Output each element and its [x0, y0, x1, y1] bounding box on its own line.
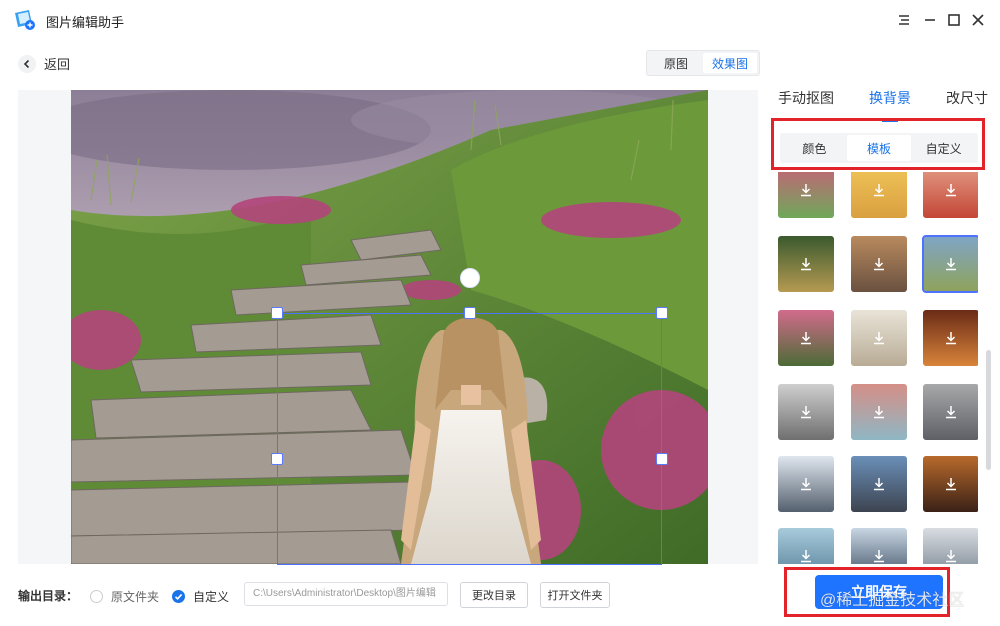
download-icon — [801, 184, 811, 197]
view-toggle: 原图 效果图 — [646, 50, 760, 76]
radio-source-folder[interactable]: 原文件夹 — [90, 588, 159, 605]
template-thumb-corridor[interactable] — [778, 384, 834, 440]
download-icon — [946, 550, 956, 563]
template-thumb-misty-mountain[interactable] — [778, 528, 834, 564]
output-path-field[interactable]: C:\Users\Administrator\Desktop\图片编辑 — [244, 582, 448, 606]
resize-handle-right[interactable] — [656, 453, 668, 465]
resize-handle-left[interactable] — [271, 453, 283, 465]
app-logo-icon — [15, 10, 35, 30]
watermark-text: @稀土掘金技术社区 — [820, 592, 965, 609]
download-icon — [874, 478, 884, 491]
tab-resize[interactable]: 改尺寸 — [946, 86, 988, 116]
download-icon — [801, 258, 811, 271]
original-view-button[interactable]: 原图 — [649, 53, 703, 73]
radio-custom-label: 自定义 — [193, 590, 230, 604]
title-bar: 图片编辑助手 — [0, 0, 1000, 40]
template-thumb-autumn-path[interactable] — [851, 236, 907, 292]
selection-box[interactable] — [277, 313, 662, 565]
template-thumb-white-arch[interactable] — [851, 310, 907, 366]
subtab-color[interactable]: 颜色 — [782, 135, 847, 161]
radio-source-label: 原文件夹 — [111, 590, 160, 604]
template-thumb-palace-roof[interactable] — [778, 456, 834, 512]
tab-change-background[interactable]: 换背景 — [869, 86, 911, 116]
radio-unchecked-icon — [90, 590, 103, 603]
template-thumb-flower-field[interactable] — [778, 172, 834, 218]
template-thumb-pink-room[interactable] — [851, 384, 907, 440]
subtab-template[interactable]: 模板 — [846, 135, 912, 161]
template-thumb-forest-path[interactable] — [778, 236, 834, 292]
minimize-button[interactable] — [920, 10, 940, 30]
subtab-custom[interactable]: 自定义 — [911, 135, 976, 161]
template-grid — [778, 172, 978, 564]
maximize-button[interactable] — [944, 10, 964, 30]
minimize-icon — [925, 19, 935, 21]
effect-view-button[interactable]: 效果图 — [703, 53, 757, 73]
menu-button[interactable] — [894, 10, 914, 30]
open-folder-button[interactable]: 打开文件夹 — [540, 582, 610, 608]
template-thumb-city-street[interactable] — [851, 456, 907, 512]
template-thumb-stone-stairs[interactable] — [922, 235, 978, 293]
template-scrollbar[interactable] — [986, 350, 991, 470]
chevron-left-icon — [18, 54, 36, 73]
download-icon — [874, 550, 884, 563]
template-thumb-flower-pot[interactable] — [778, 310, 834, 366]
download-icon — [946, 332, 956, 345]
resize-handle-top-left[interactable] — [271, 307, 283, 319]
template-thumb-museum-hall[interactable] — [923, 384, 978, 440]
maximize-icon — [948, 14, 960, 26]
download-icon — [874, 406, 884, 419]
template-thumb-cloud-peak[interactable] — [851, 528, 907, 564]
download-icon — [946, 478, 956, 491]
rotate-handle[interactable] — [460, 268, 480, 288]
close-icon — [972, 14, 984, 26]
back-label: 返回 — [44, 57, 71, 72]
background-type-tabs: 颜色 模板 自定义 — [780, 133, 978, 163]
resize-handle-top[interactable] — [464, 307, 476, 319]
close-button[interactable] — [968, 10, 988, 30]
download-icon — [801, 406, 811, 419]
tab-manual-cutout[interactable]: 手动抠图 — [778, 86, 834, 116]
output-dir-label: 输出目录： — [18, 589, 79, 603]
download-icon — [874, 184, 884, 197]
download-icon — [801, 478, 811, 491]
app-window: 图片编辑助手 返回 原图 效果图 手动抠图 换背景 改尺寸 颜色 模板 自定义 … — [0, 0, 1000, 626]
download-icon — [801, 332, 811, 345]
download-icon — [874, 332, 884, 345]
template-thumb-church-interior[interactable] — [923, 456, 978, 512]
app-title: 图片编辑助手 — [46, 15, 125, 30]
download-icon — [946, 258, 956, 271]
download-icon — [946, 184, 956, 197]
radio-custom-folder[interactable]: 自定义 — [172, 588, 229, 605]
download-icon — [874, 258, 884, 271]
resize-handle-top-right[interactable] — [656, 307, 668, 319]
template-thumb-wheat-field[interactable] — [851, 172, 907, 218]
radio-checked-icon — [172, 590, 185, 603]
edit-mode-tabs: 手动抠图 换背景 改尺寸 — [778, 86, 988, 116]
download-icon — [801, 550, 811, 563]
template-thumb-snow-village[interactable] — [923, 528, 978, 564]
template-thumb-poppy-field[interactable] — [923, 172, 978, 218]
menu-icon — [899, 15, 909, 25]
template-thumb-theatre[interactable] — [923, 310, 978, 366]
back-button[interactable]: 返回 — [18, 54, 70, 73]
change-dir-button[interactable]: 更改目录 — [460, 582, 528, 608]
download-icon — [946, 406, 956, 419]
